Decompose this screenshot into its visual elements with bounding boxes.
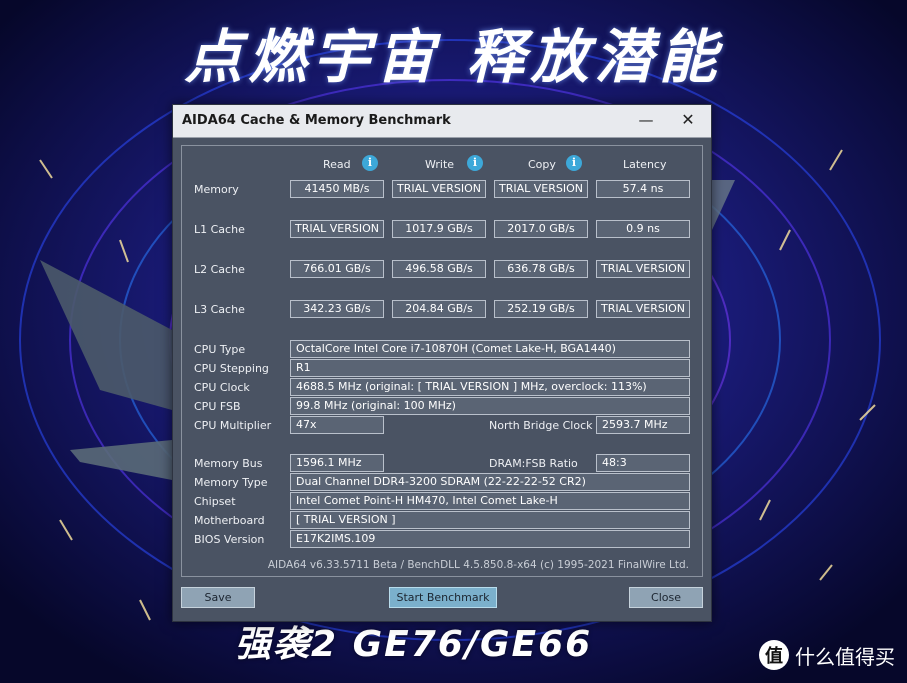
l1-copy-value: 2017.0 GB/s (494, 220, 588, 238)
memory-bus-label: Memory Bus (194, 457, 263, 470)
save-button[interactable]: Save (181, 587, 255, 608)
l1-latency-value: 0.9 ns (596, 220, 690, 238)
cpu-multiplier-value: 47x (290, 416, 384, 434)
column-read: Read (323, 158, 351, 171)
close-button[interactable]: Close (629, 587, 703, 608)
benchmark-window: AIDA64 Cache & Memory Benchmark — ✕ Read… (172, 104, 712, 622)
memory-type-value: Dual Channel DDR4-3200 SDRAM (22-22-22-5… (290, 473, 690, 491)
motherboard-label: Motherboard (194, 514, 265, 527)
column-write: Write (425, 158, 455, 171)
cpu-stepping-label: CPU Stepping (194, 362, 269, 375)
watermark-text: 什么值得买 (795, 644, 895, 669)
l2-copy-value: 636.78 GB/s (494, 260, 588, 278)
row-label-l3: L3 Cache (194, 303, 245, 316)
background-headline: 点燃宇宙 释放潜能 (184, 23, 723, 91)
watermark: 值 什么值得买 (759, 640, 895, 670)
cpu-clock-value: 4688.5 MHz (original: [ TRIAL VERSION ] … (290, 378, 690, 396)
cpu-fsb-label: CPU FSB (194, 400, 241, 413)
l3-copy-value: 252.19 GB/s (494, 300, 588, 318)
bios-version-label: BIOS Version (194, 533, 265, 546)
window-title: AIDA64 Cache & Memory Benchmark (182, 113, 451, 128)
l1-read-value: TRIAL VERSION (290, 220, 384, 238)
row-label-memory: Memory (194, 183, 239, 196)
chipset-value: Intel Comet Point-H HM470, Intel Comet L… (290, 492, 690, 510)
dram-fsb-ratio-label: DRAM:FSB Ratio (489, 457, 578, 470)
memory-latency-value: 57.4 ns (596, 180, 690, 198)
l2-latency-value: TRIAL VERSION (596, 260, 690, 278)
copy-info-icon[interactable]: i (566, 155, 582, 171)
cpu-type-label: CPU Type (194, 343, 246, 356)
chipset-label: Chipset (194, 495, 236, 508)
minimize-icon[interactable]: — (633, 109, 659, 131)
motherboard-value: [ TRIAL VERSION ] (290, 511, 690, 529)
nb-clock-value: 2593.7 MHz (596, 416, 690, 434)
start-benchmark-button[interactable]: Start Benchmark (389, 587, 497, 608)
l2-write-value: 496.58 GB/s (392, 260, 486, 278)
bios-version-value: E17K2IMS.109 (290, 530, 690, 548)
close-icon[interactable]: ✕ (675, 109, 701, 131)
memory-type-label: Memory Type (194, 476, 268, 489)
l3-read-value: 342.23 GB/s (290, 300, 384, 318)
background-tagline: 强袭2 GE76/GE66 (235, 624, 593, 665)
cpu-type-value: OctalCore Intel Core i7-10870H (Comet La… (290, 340, 690, 358)
cpu-stepping-value: R1 (290, 359, 690, 377)
row-label-l1: L1 Cache (194, 223, 245, 236)
l1-write-value: 1017.9 GB/s (392, 220, 486, 238)
memory-copy-value: TRIAL VERSION (494, 180, 588, 198)
memory-read-value: 41450 MB/s (290, 180, 384, 198)
watermark-logo: 值 (759, 640, 789, 670)
cpu-multiplier-label: CPU Multiplier (194, 419, 272, 432)
l3-latency-value: TRIAL VERSION (596, 300, 690, 318)
results-panel: Read i Write i Copy i Latency Memory 414… (181, 145, 703, 577)
memory-bus-value: 1596.1 MHz (290, 454, 384, 472)
l2-read-value: 766.01 GB/s (290, 260, 384, 278)
column-copy: Copy (528, 158, 556, 171)
version-footer: AIDA64 v6.33.5711 Beta / BenchDLL 4.5.85… (267, 559, 689, 571)
nb-clock-label: North Bridge Clock (489, 419, 593, 432)
title-bar[interactable]: AIDA64 Cache & Memory Benchmark — ✕ (173, 105, 711, 138)
l3-write-value: 204.84 GB/s (392, 300, 486, 318)
cpu-clock-label: CPU Clock (194, 381, 250, 394)
read-info-icon[interactable]: i (362, 155, 378, 171)
row-label-l2: L2 Cache (194, 263, 245, 276)
cpu-fsb-value: 99.8 MHz (original: 100 MHz) (290, 397, 690, 415)
dram-fsb-ratio-value: 48:3 (596, 454, 690, 472)
write-info-icon[interactable]: i (467, 155, 483, 171)
memory-write-value: TRIAL VERSION (392, 180, 486, 198)
column-latency: Latency (623, 158, 667, 171)
